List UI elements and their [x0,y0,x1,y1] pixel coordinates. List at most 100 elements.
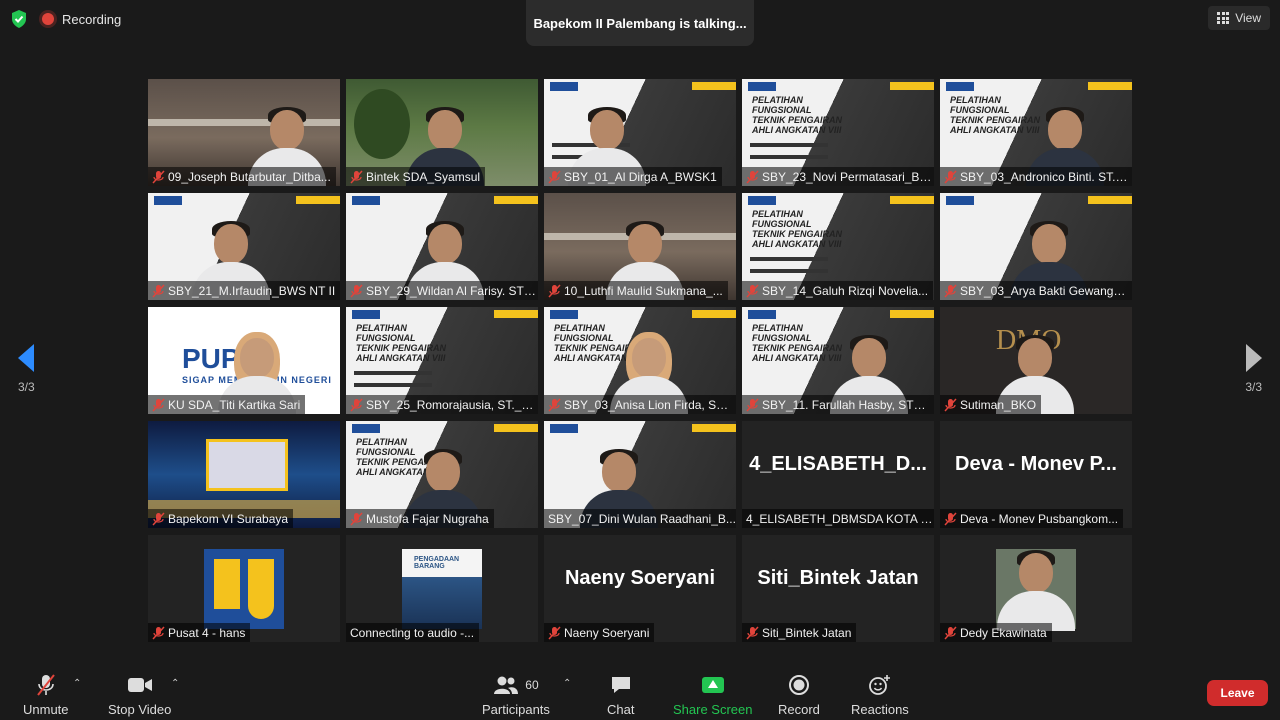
video-tile[interactable]: Dedy Ekawinata [940,535,1132,642]
mic-muted-icon [746,169,759,184]
participant-name-label: SBY_21_M.Irfaudin_BWS NT II [148,281,340,300]
participants-label: Participants [482,702,550,717]
audio-options-chevron-icon[interactable]: ⌃ [73,678,81,689]
video-tile[interactable]: 4_ELISABETH_D... 4_ELISABETH_DBMSDA KOTA… [742,421,934,528]
recording-indicator[interactable]: Recording [42,12,121,27]
recording-dot-icon [42,13,54,25]
leave-button[interactable]: Leave [1207,680,1268,706]
participant-name-label: SBY_29_Wildan Al Farisy. ST_... [346,281,538,300]
participant-name-label: SBY_03_Arya Bakti Gewangg... [940,281,1132,300]
video-tile[interactable]: PELATIHAN FUNGSIONAL TEKNIK PENGAIRAN AH… [742,307,934,414]
peserta-banner [494,424,538,432]
stop-video-label: Stop Video [108,702,172,717]
pupr-logo [352,196,380,205]
slide-title: PELATIHAN FUNGSIONAL TEKNIK PENGAIRAN AH… [752,95,843,135]
profile-picture-text: PENGADAAN BARANG [414,556,460,570]
view-label: View [1235,11,1261,25]
active-speaker-banner: Bapekom II Palembang is talking... [526,0,754,46]
unmute-label: Unmute [23,702,69,717]
participant-display-name: Deva - Monev P... [955,453,1117,475]
top-status: Recording [10,9,121,29]
video-tile[interactable]: DMO Sutiman_BKO [940,307,1132,414]
mic-muted-icon [944,283,957,298]
profile-picture: PENGADAAN BARANG [402,549,482,629]
participant-name-label: Naeny Soeryani [544,623,655,642]
participants-button[interactable]: 60 Participants [482,672,550,717]
video-tile[interactable]: PELATIHAN FUNGSIONAL TEKNIK PENGAIRAN AH… [742,79,934,186]
video-tile[interactable]: PELATIHAN FUNGSIONAL TEKNIK PENGAIRAN AH… [544,307,736,414]
video-tile[interactable]: SBY_07_Dini Wulan Raadhani_B... [544,421,736,528]
video-tile[interactable]: SBY_21_M.Irfaudin_BWS NT II [148,193,340,300]
reactions-button[interactable]: Reactions [851,672,909,717]
microphone-muted-icon [35,672,57,698]
profile-picture [204,549,284,629]
video-tile[interactable]: Siti_Bintek Jatan Siti_Bintek Jatan [742,535,934,642]
video-tile[interactable]: PENGADAAN BARANG Connecting to audio -..… [346,535,538,642]
grid-view-icon [1217,12,1230,24]
previous-page-button[interactable]: 3/3 [18,344,35,394]
record-icon [788,672,810,698]
mic-muted-icon [152,397,165,412]
participant-name-label: Pusat 4 - hans [148,623,251,642]
peserta-banner [692,424,736,432]
record-label: Record [778,702,820,717]
mic-muted-icon [746,397,759,412]
peserta-banner [494,310,538,318]
participant-name-label: SBY_23_Novi Permatasari_Ba... [742,167,934,186]
participant-name-label: SBY_01_Al Dirga A_BWSK1 [544,167,722,186]
slide-date-bars [750,143,828,147]
mic-muted-icon [944,625,957,640]
mic-muted-icon [152,511,165,526]
video-tile[interactable]: PELATIHAN FUNGSIONAL TEKNIK PENGAIRAN AH… [346,307,538,414]
video-tile[interactable]: SBY_03_Arya Bakti Gewangg... [940,193,1132,300]
peserta-banner [1088,82,1132,90]
video-tile[interactable]: Pusat 4 - hans [148,535,340,642]
video-tile[interactable]: Naeny Soeryani Naeny Soeryani [544,535,736,642]
video-tile[interactable]: SBY_01_Al Dirga A_BWSK1 [544,79,736,186]
background-plant [354,89,410,159]
participant-name-label: Mustofa Fajar Nugraha [346,509,494,528]
video-tile[interactable]: 09_Joseph Butarbutar_Ditba... [148,79,340,186]
chat-button[interactable]: Chat [607,672,634,717]
slide-title: PELATIHAN FUNGSIONAL TEKNIK PENGAIRAN AH… [752,209,843,249]
record-button[interactable]: Record [778,672,820,717]
unmute-button[interactable]: Unmute [23,672,69,717]
participants-options-chevron-icon[interactable]: ⌃ [563,678,571,689]
video-tile[interactable]: Bapekom VI Surabaya [148,421,340,528]
video-tile[interactable]: Deva - Monev P... Deva - Monev Pusbangko… [940,421,1132,528]
view-button[interactable]: View [1208,6,1270,30]
share-screen-label: Share Screen [673,702,753,717]
video-tile[interactable]: 10_Luthfi Maulid Sukmana_... [544,193,736,300]
pupr-logo [748,196,776,205]
participant-display-name: Naeny Soeryani [564,567,716,589]
participant-name-label: 09_Joseph Butarbutar_Ditba... [148,167,336,186]
participant-display-name: 4_ELISABETH_D... [749,453,927,475]
video-tile[interactable]: PELATIHAN FUNGSIONAL TEKNIK PENGAIRAN AH… [346,421,538,528]
share-screen-icon [701,672,724,698]
encryption-shield-icon[interactable] [10,9,28,29]
video-camera-icon [127,672,153,698]
arrow-right-icon [1245,344,1262,372]
mic-muted-icon [944,511,957,526]
video-tile[interactable]: PELATIHAN FUNGSIONAL TEKNIK PENGAIRAN AH… [940,79,1132,186]
peserta-banner [692,310,736,318]
stage-screen [206,439,288,491]
participant-name-label: Bintek SDA_Syamsul [346,167,486,186]
mic-muted-icon [548,625,561,640]
participant-name-label: SBY_03_Andronico Binti. ST._... [940,167,1132,186]
share-screen-button[interactable]: Share Screen [673,672,753,717]
peserta-banner [890,196,934,204]
reactions-label: Reactions [851,702,909,717]
stop-video-button[interactable]: Stop Video [108,672,171,717]
video-tile[interactable]: PELATIHAN FUNGSIONAL TEKNIK PENGAIRAN AH… [742,193,934,300]
mic-muted-icon [746,625,759,640]
pupr-logo [946,82,974,91]
video-tile[interactable]: PUPR SIGAP MEMBANGUN NEGERI KU SDA_Titi … [148,307,340,414]
video-tile[interactable]: Bintek SDA_Syamsul [346,79,538,186]
chat-bubble-icon [610,672,632,698]
video-tile[interactable]: SBY_29_Wildan Al Farisy. ST_... [346,193,538,300]
video-options-chevron-icon[interactable]: ⌃ [171,678,179,689]
mic-muted-icon [152,169,165,184]
participants-count: 60 [525,678,539,692]
next-page-button[interactable]: 3/3 [1245,344,1262,394]
